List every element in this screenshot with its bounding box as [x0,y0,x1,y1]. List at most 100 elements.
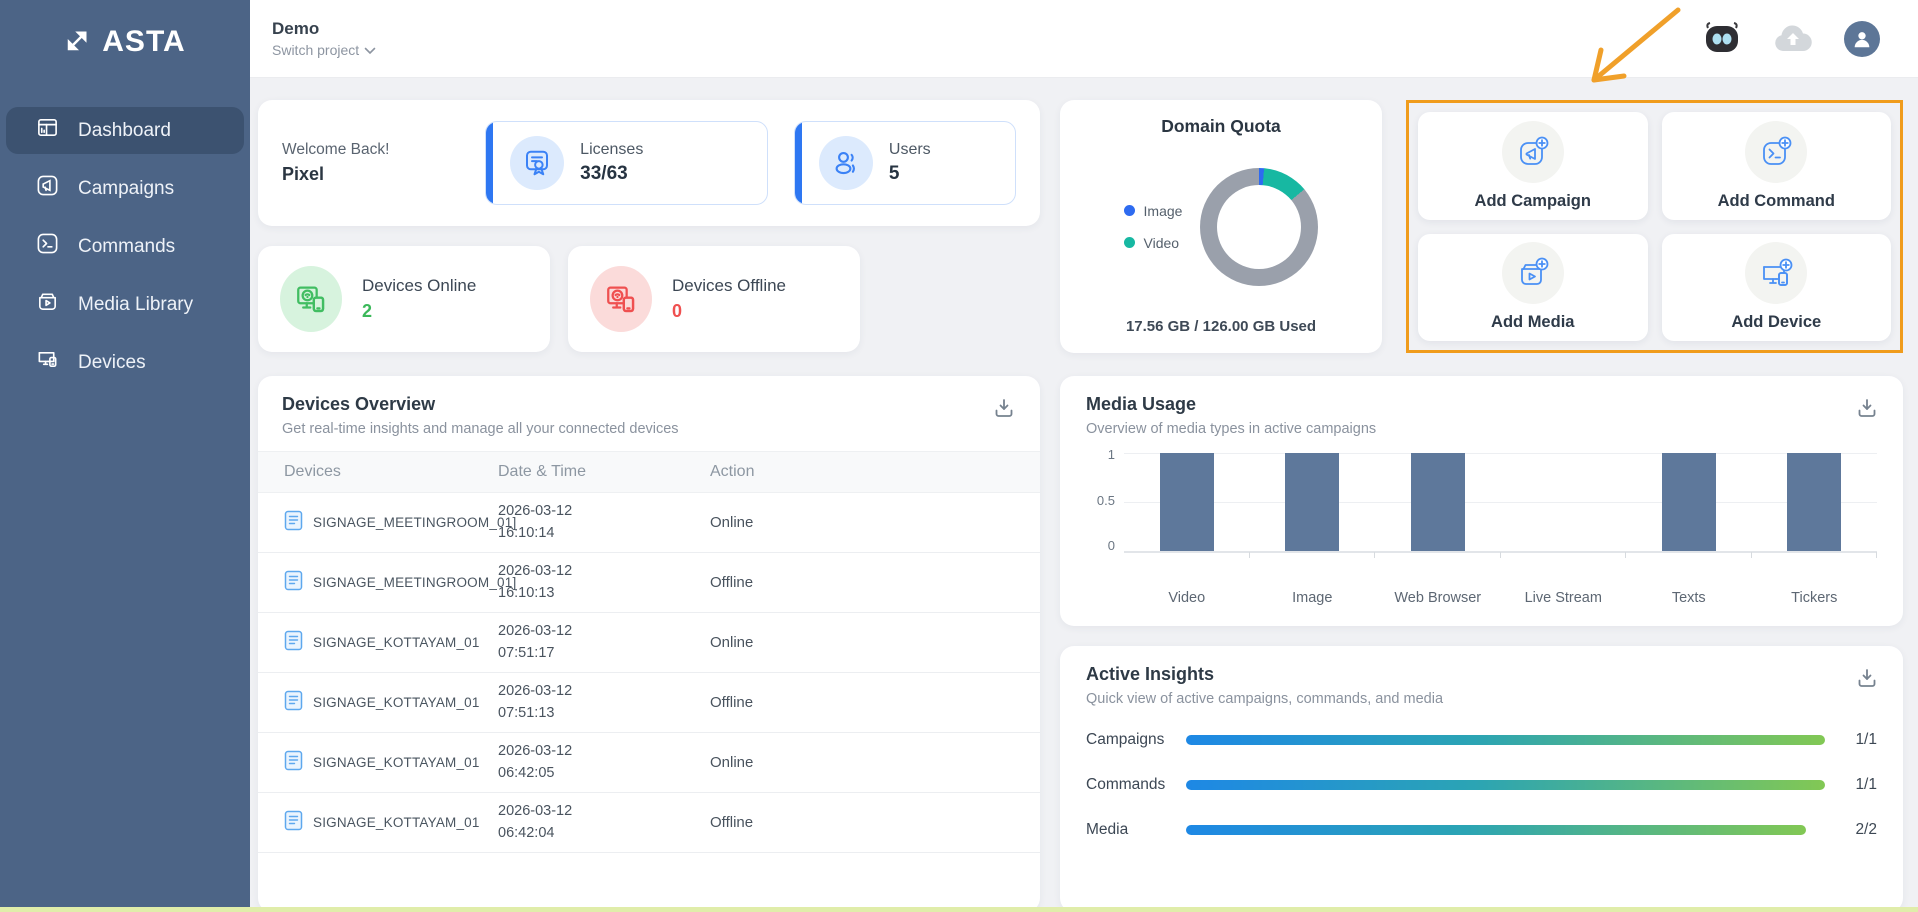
legend-dot-video [1124,237,1135,248]
devices-overview-card: Devices Overview Get real-time insights … [258,376,1040,912]
user-avatar[interactable] [1844,21,1880,57]
device-name: SIGNAGE_KOTTAYAM_01 [313,815,480,830]
legend-label: Video [1144,235,1180,251]
devices-offline-icon [590,266,652,332]
devices-online-card: Devices Online 2 [258,246,550,352]
add-command-label: Add Command [1718,192,1835,211]
row-date: 2026-03-12 [498,621,710,642]
quick-actions-highlight-box: Add Campaign Add Command Add Media [1406,100,1903,353]
add-media-button[interactable]: Add Media [1418,234,1648,342]
devices-overview-title: Devices Overview [282,394,1016,415]
top-header: Demo Switch project [250,0,1918,78]
document-icon [284,810,303,835]
devices-offline-label: Devices Offline [672,276,786,296]
download-icon[interactable] [992,396,1016,425]
table-row: SIGNAGE_KOTTAYAM_01 2026-03-1206:42:05 O… [258,733,1040,793]
insight-value: 1/1 [1825,776,1877,794]
sidebar-item-media-library[interactable]: Media Library [6,281,244,328]
row-time: 06:42:05 [498,763,710,784]
licenses-card: Licenses 33/63 [485,121,768,205]
licenses-label: Licenses [580,141,643,159]
legend-dot-image [1124,205,1135,216]
column-action: Action [710,463,1040,481]
row-action: Online [710,634,1040,651]
devices-offline-value: 0 [672,301,786,322]
download-icon[interactable] [1855,666,1879,695]
bot-icon[interactable] [1702,22,1742,56]
licenses-value: 33/63 [580,163,643,185]
sidebar-item-label: Campaigns [78,178,174,200]
legend-item-video: Video [1124,235,1183,251]
add-device-button[interactable]: Add Device [1662,234,1892,342]
device-name: SIGNAGE_KOTTAYAM_01 [313,755,480,770]
sidebar-item-devices[interactable]: Devices [6,339,244,386]
row-date: 2026-03-12 [498,561,710,582]
add-campaign-button[interactable]: Add Campaign [1418,112,1648,220]
project-name: Demo [272,19,376,39]
insight-row-media: Media 2/2 [1086,821,1877,839]
media-usage-chart: 1 0.5 0 [1086,453,1877,581]
sidebar-item-dashboard[interactable]: Dashboard [6,107,244,154]
domain-quota-usage: 17.56 GB / 126.00 GB Used [1074,312,1368,339]
project-selector: Demo Switch project [272,19,376,58]
table-row: SIGNAGE_KOTTAYAM_01 2026-03-1207:51:17 O… [258,613,1040,673]
row-date: 2026-03-12 [498,801,710,822]
users-icon [819,136,873,190]
sidebar-nav: Dashboard Campaigns Commands Media Libra… [0,107,250,386]
app-logo: ASTA [0,0,250,77]
dashboard-icon [36,116,59,145]
insight-label: Campaigns [1086,731,1186,749]
active-insights-card: Active Insights Quick view of active cam… [1060,646,1903,912]
insight-row-campaigns: Campaigns 1/1 [1086,731,1877,749]
insight-row-commands: Commands 1/1 [1086,776,1877,794]
y-tick: 0.5 [1097,493,1115,508]
campaigns-icon [36,174,59,203]
domain-quota-donut [1200,168,1318,286]
switch-project-button[interactable]: Switch project [272,42,376,58]
header-icons [1702,21,1880,57]
sidebar-item-campaigns[interactable]: Campaigns [6,165,244,212]
table-row: SIGNAGE_KOTTAYAM_01 2026-03-1207:51:13 O… [258,673,1040,733]
add-device-label: Add Device [1731,313,1821,332]
media-usage-card: Media Usage Overview of media types in a… [1060,376,1903,626]
add-command-icon [1745,121,1807,183]
devices-overview-subtitle: Get real-time insights and manage all yo… [282,421,1016,437]
download-icon[interactable] [1855,396,1879,425]
progress-bar [1186,825,1825,835]
bar-live-stream [1501,453,1627,551]
domain-quota-card: Domain Quota Image Video [1060,100,1382,353]
media-usage-title: Media Usage [1086,394,1877,415]
sidebar-item-label: Media Library [78,294,193,316]
legend-label: Image [1144,203,1183,219]
add-media-icon [1502,242,1564,304]
x-label: Texts [1626,590,1752,606]
active-insights-title: Active Insights [1086,664,1877,685]
users-label: Users [889,141,931,159]
welcome-greeting: Welcome Back! [282,141,459,159]
add-campaign-label: Add Campaign [1475,192,1591,211]
switch-project-label: Switch project [272,42,359,58]
table-row: SIGNAGE_MEETINGROOM_01] 2026-03-1216:10:… [258,493,1040,553]
row-time: 16:10:13 [498,583,710,604]
cloud-upload-icon[interactable] [1772,23,1814,55]
row-time: 06:42:04 [498,823,710,844]
logo-arrow-icon [64,24,94,59]
commands-icon [36,232,59,261]
table-row: SIGNAGE_MEETINGROOM_01] 2026-03-1216:10:… [258,553,1040,613]
bar-web-browser [1375,453,1501,551]
sidebar-item-label: Commands [78,236,175,258]
domain-quota-title: Domain Quota [1074,116,1368,137]
sidebar: ASTA Dashboard Campaigns Commands Media … [0,0,250,912]
row-time: 07:51:17 [498,643,710,664]
device-name: SIGNAGE_MEETINGROOM_01] [313,575,516,590]
media-library-icon [36,290,59,319]
row-date: 2026-03-12 [498,741,710,762]
progress-bar [1186,780,1825,790]
sidebar-item-commands[interactable]: Commands [6,223,244,270]
bottom-highlight-strip [0,907,1918,912]
add-device-icon [1745,242,1807,304]
bar-texts [1626,453,1752,551]
sidebar-item-label: Devices [78,352,146,374]
add-command-button[interactable]: Add Command [1662,112,1892,220]
bar-tickers [1752,453,1878,551]
